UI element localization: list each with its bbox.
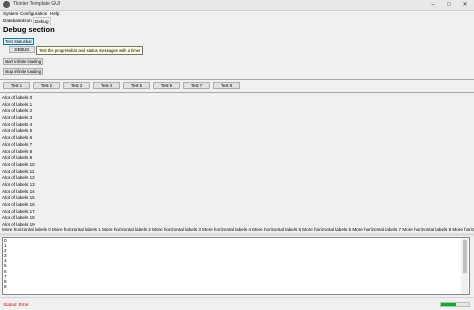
list-item: Alot of labels 16 — [2, 202, 35, 207]
list-item: Alot of labels 11 — [2, 168, 35, 174]
separator — [0, 79, 474, 80]
list-item: Alot of labels 9 — [2, 155, 33, 161]
progress-fill — [441, 303, 457, 306]
scrollbar-thumb[interactable] — [463, 240, 467, 273]
list-item: Alot of labels 8 — [2, 148, 33, 154]
app-icon — [3, 1, 10, 8]
tab-database[interactable]: Database — [3, 17, 23, 24]
close-icon[interactable]: ✕ — [458, 0, 472, 10]
list-item: Alot of labels 4 — [2, 121, 33, 127]
list-item: Alot of labels 1 — [2, 101, 33, 107]
list-item: Alot of labels 6 — [2, 135, 33, 141]
test-3-button[interactable]: Test 3 — [63, 82, 90, 89]
start-loading-button[interactable]: start infinite loading — [3, 58, 43, 65]
tab-json[interactable]: Json — [22, 17, 32, 24]
output-line: 9 — [4, 283, 7, 289]
tab-bar: Database Json Debug — [0, 17, 474, 25]
maximize-icon[interactable]: □ — [442, 0, 456, 10]
list-item: Alot of labels 12 — [2, 175, 35, 181]
list-item: Alot of labels 10 — [2, 161, 35, 167]
list-item: Alot of labels 2 — [2, 108, 33, 114]
menu-configuration[interactable]: Configuration — [20, 10, 47, 17]
menu-system[interactable]: System — [3, 10, 18, 17]
list-item: Alot of labels 3 — [2, 115, 33, 121]
test-8-button[interactable]: Test 8 — [213, 82, 240, 89]
test-statusbar-button[interactable]: Test Statusbar — [3, 38, 34, 45]
output-textbox[interactable]: 0 1 2 3 4 5 6 7 8 9 — [2, 237, 470, 295]
horizontal-labels: More horizontal labels 0 More horizontal… — [2, 227, 474, 232]
debug-button[interactable]: DEBUG — [9, 46, 35, 53]
statusbar-separator — [0, 297, 474, 298]
window-title: Tkinter Template GUI — [13, 1, 61, 7]
test-7-button[interactable]: Test 7 — [183, 82, 210, 89]
separator — [0, 92, 474, 93]
menu-help[interactable]: Help — [50, 10, 59, 17]
list-item: Alot of labels 18 — [2, 215, 35, 221]
list-item: Alot of labels 7 — [2, 141, 33, 147]
list-item: Alot of labels 0 — [2, 95, 33, 100]
tab-debug[interactable]: Debug — [33, 17, 51, 25]
test-6-button[interactable]: Test 6 — [153, 82, 180, 89]
test-5-button[interactable]: Test 5 — [123, 82, 150, 89]
menu-bar: System Configuration Help — [0, 10, 474, 17]
list-item: Alot of labels 14 — [2, 188, 35, 194]
stop-loading-button[interactable]: stop infinite loading — [3, 68, 43, 75]
progress-bar — [440, 302, 470, 307]
list-item: Alot of labels 17 — [2, 208, 35, 214]
test-1-button[interactable]: Test 1 — [3, 82, 30, 89]
tooltip: Test the progressbar and status messages… — [36, 46, 144, 55]
horizontal-scrollbar[interactable] — [0, 233, 474, 236]
labels-list: Alot of labels 0 Alot of labels 1 Alot o… — [2, 95, 462, 229]
test-4-button[interactable]: Test 4 — [93, 82, 120, 89]
status-text: Status: Error — [3, 302, 29, 307]
minimize-icon[interactable]: – — [426, 0, 440, 10]
list-item: Alot of labels 5 — [2, 128, 33, 134]
list-item: Alot of labels 15 — [2, 195, 35, 201]
test-2-button[interactable]: Test 2 — [33, 82, 60, 89]
list-item: Alot of labels 13 — [2, 181, 35, 187]
section-title: Debug section — [3, 25, 55, 34]
